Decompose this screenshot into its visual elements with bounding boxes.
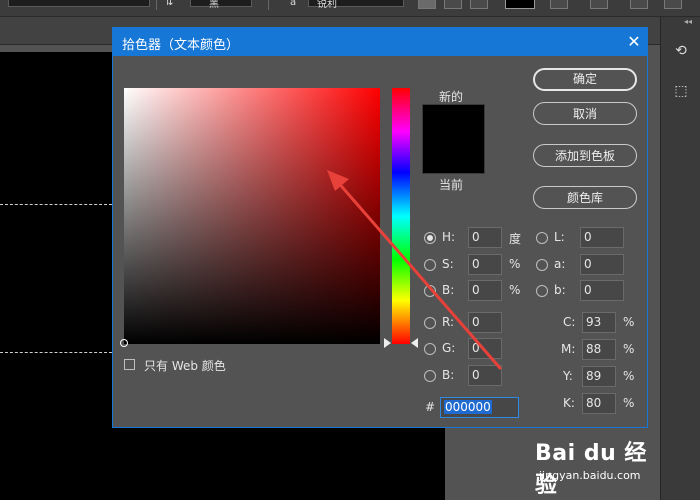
cyan-input[interactable]: 93 xyxy=(582,312,616,333)
close-icon[interactable]: ✕ xyxy=(623,31,645,53)
lab-b-label: b: xyxy=(554,283,566,297)
lab-a-input[interactable]: 0 xyxy=(580,254,624,275)
collapse-panels-icon[interactable]: ◂◂ xyxy=(684,17,692,26)
lab-a-label: a: xyxy=(554,257,566,271)
blue-label: B: xyxy=(442,368,455,382)
black-input[interactable]: 80 xyxy=(582,393,616,414)
3d-panel-icon[interactable]: ⬚ xyxy=(670,80,692,102)
magenta-label: M: xyxy=(561,342,576,356)
add-to-swatches-button[interactable]: 添加到色板 xyxy=(533,144,637,167)
font-style-value: 黑 xyxy=(209,0,219,10)
align-left-button[interactable] xyxy=(418,0,436,9)
hue-unit: 度 xyxy=(509,232,522,246)
hue-slider[interactable] xyxy=(392,88,410,344)
dialog-title: 拾色器（文本颜色） xyxy=(122,38,240,53)
hex-prefix: # xyxy=(425,400,436,414)
color-libraries-button[interactable]: 颜色库 xyxy=(533,186,637,209)
history-panel-icon[interactable]: ⟲ xyxy=(670,40,692,62)
new-color-label: 新的 xyxy=(439,90,464,104)
cyan-label: C: xyxy=(563,315,576,329)
character-panel-button[interactable] xyxy=(590,0,608,9)
anti-alias-dropdown[interactable]: 锐利 xyxy=(308,0,404,10)
brightness-unit: % xyxy=(509,283,521,297)
saturation-radio[interactable] xyxy=(424,259,436,271)
black-unit: % xyxy=(623,396,635,410)
lab-l-input[interactable]: 0 xyxy=(580,227,624,248)
align-center-button[interactable] xyxy=(444,0,462,9)
web-colors-only-checkbox[interactable] xyxy=(124,359,135,370)
lab-l-radio[interactable] xyxy=(536,232,548,244)
web-colors-only-label: 只有 Web 颜色 xyxy=(144,359,226,373)
lab-l-label: L: xyxy=(554,230,565,244)
hue-slider-handle-left[interactable] xyxy=(384,338,391,348)
color-picker-dialog: 拾色器（文本颜色） ✕ 新的 当前 确定 取消 添加到色板 颜色库 只有 Web… xyxy=(112,27,648,428)
cyan-unit: % xyxy=(623,315,635,329)
green-label: G: xyxy=(442,341,456,355)
hue-slider-handle-right[interactable] xyxy=(411,338,418,348)
color-field-marker[interactable] xyxy=(120,339,128,347)
lab-a-radio[interactable] xyxy=(536,259,548,271)
new-color-swatch xyxy=(422,104,485,140)
brightness-label: B: xyxy=(442,283,455,297)
saturation-input[interactable]: 0 xyxy=(468,254,502,275)
font-family-field[interactable] xyxy=(8,0,150,7)
yellow-input[interactable]: 89 xyxy=(582,366,616,387)
blue-radio[interactable] xyxy=(424,370,436,382)
blue-input[interactable]: 0 xyxy=(468,365,502,386)
red-radio[interactable] xyxy=(424,317,436,329)
yellow-label: Y: xyxy=(563,369,573,383)
current-color-label: 当前 xyxy=(439,178,464,192)
hue-input[interactable]: 0 xyxy=(468,227,502,248)
commit-edit-button[interactable] xyxy=(664,0,682,9)
text-bounding-guide-bottom xyxy=(0,352,112,353)
magenta-unit: % xyxy=(623,342,635,356)
green-radio[interactable] xyxy=(424,343,436,355)
hex-input[interactable]: 000000 xyxy=(440,397,519,418)
cancel-button[interactable]: 取消 xyxy=(533,102,637,125)
dialog-titlebar[interactable]: 拾色器（文本颜色） ✕ xyxy=(113,28,647,56)
color-field[interactable] xyxy=(120,88,380,347)
hex-value: 000000 xyxy=(444,400,492,414)
text-orientation-icon[interactable]: ⇅ xyxy=(165,0,173,8)
saturation-label: S: xyxy=(442,257,454,271)
text-bounding-guide-top xyxy=(0,204,112,205)
options-toolbar: ⇅ 黑 a 锐利 xyxy=(0,0,700,17)
current-color-swatch[interactable] xyxy=(422,139,485,174)
brightness-input[interactable]: 0 xyxy=(468,280,502,301)
red-input[interactable]: 0 xyxy=(468,312,502,333)
hue-label: H: xyxy=(442,230,456,244)
saturation-unit: % xyxy=(509,257,521,271)
black-label: K: xyxy=(563,396,575,410)
watermark-logo: Bai du 经验 xyxy=(535,441,647,498)
magenta-input[interactable]: 88 xyxy=(582,339,616,360)
align-right-button[interactable] xyxy=(470,0,488,9)
cancel-edit-button[interactable] xyxy=(630,0,648,9)
hue-radio[interactable] xyxy=(424,232,436,244)
anti-alias-prefix: a xyxy=(290,0,297,8)
text-color-swatch[interactable] xyxy=(505,0,535,9)
red-label: R: xyxy=(442,315,455,329)
green-input[interactable]: 0 xyxy=(468,338,502,359)
brightness-radio[interactable] xyxy=(424,285,436,297)
font-style-field[interactable]: 黑 xyxy=(190,0,252,10)
watermark-url: jingyan.baidu.com xyxy=(539,469,641,482)
baidu-jingyan-watermark: Bai du 经验 jingyan.baidu.com xyxy=(535,425,665,498)
anti-alias-value: 锐利 xyxy=(317,0,337,10)
lab-b-radio[interactable] xyxy=(536,285,548,297)
ok-button[interactable]: 确定 xyxy=(533,68,637,91)
yellow-unit: % xyxy=(623,369,635,383)
warp-text-button[interactable] xyxy=(550,0,568,9)
lab-b-input[interactable]: 0 xyxy=(580,280,624,301)
